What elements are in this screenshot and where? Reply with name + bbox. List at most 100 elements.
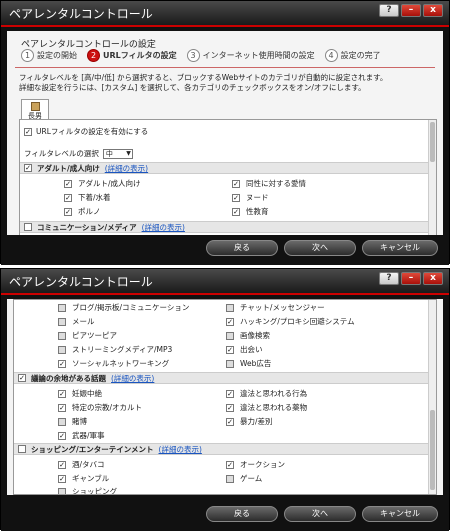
category-controversial: ✓ 議論の余地がある話題 (詳細の表示) <box>14 372 428 384</box>
category-checkbox[interactable]: ✓ <box>18 374 26 382</box>
step-1: 1 設定の開始 <box>21 49 77 62</box>
list-item[interactable]: ✓ 暴力/差別 <box>226 416 273 427</box>
list-item[interactable]: ✓ ヌード <box>232 192 269 203</box>
item-label: 違法と思われる行為 <box>240 389 308 398</box>
list-item[interactable]: ✓ 下着/水着 <box>64 192 111 203</box>
minimize-button[interactable]: – <box>401 4 421 17</box>
item-label: 賭博 <box>72 417 87 426</box>
show-details-link[interactable]: (詳細の表示) <box>142 222 185 233</box>
show-details-link[interactable]: (詳細の表示) <box>111 373 154 384</box>
list-item[interactable]: Web広告 <box>226 358 271 369</box>
list-item[interactable]: ピアツーピア <box>58 330 117 341</box>
item-checkbox[interactable]: ✓ <box>226 460 234 469</box>
list-item[interactable]: ✓ 違法と思われる薬物 <box>226 402 307 413</box>
item-checkbox[interactable] <box>226 303 234 312</box>
list-item[interactable]: ✓ 違法と思われる行為 <box>226 388 307 399</box>
scrollbar-thumb[interactable] <box>430 122 435 162</box>
list-item[interactable]: ✓ ギャンブル <box>58 473 109 484</box>
list-item[interactable]: ゲーム <box>226 473 262 484</box>
step-number: 3 <box>186 49 200 62</box>
button-bar: 戻る 次へ キャンセル <box>1 235 449 265</box>
help-button[interactable]: ? <box>379 4 399 17</box>
item-checkbox[interactable]: ✓ <box>58 359 66 368</box>
category-adult: ✓ アダルト/成人向け (詳細の表示) <box>20 162 428 174</box>
item-checkbox[interactable]: ✓ <box>58 389 66 398</box>
item-checkbox[interactable]: ✓ <box>58 460 66 469</box>
item-checkbox[interactable] <box>226 474 234 483</box>
close-button[interactable]: x <box>423 4 443 17</box>
list-item[interactable]: ✓ ソーシャルネットワーキング <box>58 358 169 369</box>
list-item[interactable]: ストリーミングメディア/MP3 <box>58 344 172 355</box>
minimize-button[interactable]: – <box>401 272 421 285</box>
item-checkbox[interactable] <box>226 359 234 368</box>
item-checkbox[interactable] <box>58 417 66 426</box>
scrollbar-thumb[interactable] <box>430 410 435 490</box>
show-details-link[interactable]: (詳細の表示) <box>105 163 148 174</box>
item-checkbox[interactable]: ✓ <box>64 207 72 216</box>
item-checkbox[interactable] <box>58 303 66 312</box>
enable-url-filter-row[interactable]: ✓ URLフィルタの設定を有効にする <box>24 126 148 137</box>
cancel-button[interactable]: キャンセル <box>362 240 438 256</box>
item-checkbox[interactable] <box>58 331 66 340</box>
list-item[interactable]: ✓ ハッキング/プロキシ回避システム <box>226 316 355 327</box>
item-label: 同性に対する愛情 <box>246 179 306 188</box>
item-checkbox[interactable]: ✓ <box>64 193 72 202</box>
item-checkbox[interactable]: ✓ <box>232 193 240 202</box>
list-item[interactable]: 賭博 <box>58 416 87 427</box>
category-checkbox[interactable] <box>24 223 32 231</box>
item-checkbox[interactable] <box>58 345 66 354</box>
vertical-scrollbar[interactable] <box>428 300 436 494</box>
back-button[interactable]: 戻る <box>206 506 278 522</box>
item-label: ポルノ <box>78 207 101 216</box>
item-checkbox[interactable] <box>58 487 66 494</box>
cancel-button[interactable]: キャンセル <box>362 506 438 522</box>
item-checkbox[interactable]: ✓ <box>58 431 66 440</box>
list-item[interactable]: ✓ 酒/タバコ <box>58 459 105 470</box>
filter-panel: ✓ URLフィルタの設定を有効にする フィルタレベルの選択 中 ▼ ✓ アダルト/… <box>19 119 437 237</box>
item-label: ショッピング <box>72 487 117 495</box>
item-checkbox[interactable]: ✓ <box>58 403 66 412</box>
list-item[interactable]: ショッピング <box>58 486 117 495</box>
list-item[interactable]: ✓ 性教育 <box>232 206 269 217</box>
item-checkbox[interactable]: ✓ <box>226 345 234 354</box>
item-checkbox[interactable]: ✓ <box>226 317 234 326</box>
item-checkbox[interactable]: ✓ <box>64 179 72 188</box>
list-item[interactable]: ✓ ポルノ <box>64 206 101 217</box>
item-checkbox[interactable]: ✓ <box>232 179 240 188</box>
item-checkbox[interactable]: ✓ <box>226 403 234 412</box>
help-button[interactable]: ? <box>379 272 399 285</box>
next-button[interactable]: 次へ <box>284 506 356 522</box>
next-button[interactable]: 次へ <box>284 240 356 256</box>
item-label: 下着/水着 <box>78 193 111 202</box>
item-checkbox[interactable] <box>58 317 66 326</box>
list-item[interactable]: 画像検索 <box>226 330 270 341</box>
filter-panel: ブログ/掲示板/コミュニケーション チャット/メッセンジャー メール ✓ ハッキン… <box>13 299 437 495</box>
vertical-scrollbar[interactable] <box>428 120 436 236</box>
item-checkbox[interactable] <box>226 331 234 340</box>
description-line-1: フィルタレベルを [高/中/低] から選択すると、ブロックするWebサイトのカテ… <box>19 73 388 82</box>
category-checkbox[interactable] <box>18 445 26 453</box>
list-item[interactable]: ✓ 妊娠中絶 <box>58 388 102 399</box>
list-item[interactable]: ✓ 出会い <box>226 344 263 355</box>
back-button[interactable]: 戻る <box>206 240 278 256</box>
list-item[interactable]: ✓ 同性に対する愛情 <box>232 178 306 189</box>
list-item[interactable]: ✓ 武器/軍事 <box>58 430 105 441</box>
list-item[interactable]: ✓ アダルト/成人向け <box>64 178 141 189</box>
list-item[interactable]: ブログ/掲示板/コミュニケーション <box>58 302 189 313</box>
show-details-link[interactable]: (詳細の表示) <box>159 444 202 455</box>
item-checkbox[interactable]: ✓ <box>226 417 234 426</box>
enable-url-filter-checkbox[interactable]: ✓ <box>24 127 32 136</box>
close-button[interactable]: x <box>423 272 443 285</box>
item-checkbox[interactable]: ✓ <box>232 207 240 216</box>
list-item[interactable]: ✓ オークション <box>226 459 285 470</box>
list-item[interactable]: チャット/メッセンジャー <box>226 302 325 313</box>
item-label: オークション <box>240 460 285 469</box>
list-item[interactable]: ✓ 特定の宗教/オカルト <box>58 402 142 413</box>
filter-level-select[interactable]: 中 ▼ <box>102 148 133 159</box>
tab-user-profile[interactable]: 長男 <box>21 99 49 120</box>
item-checkbox[interactable]: ✓ <box>58 474 66 483</box>
list-item[interactable]: メール <box>58 316 95 327</box>
item-label: 性教育 <box>246 207 269 216</box>
item-checkbox[interactable]: ✓ <box>226 389 234 398</box>
category-checkbox[interactable]: ✓ <box>24 164 32 172</box>
